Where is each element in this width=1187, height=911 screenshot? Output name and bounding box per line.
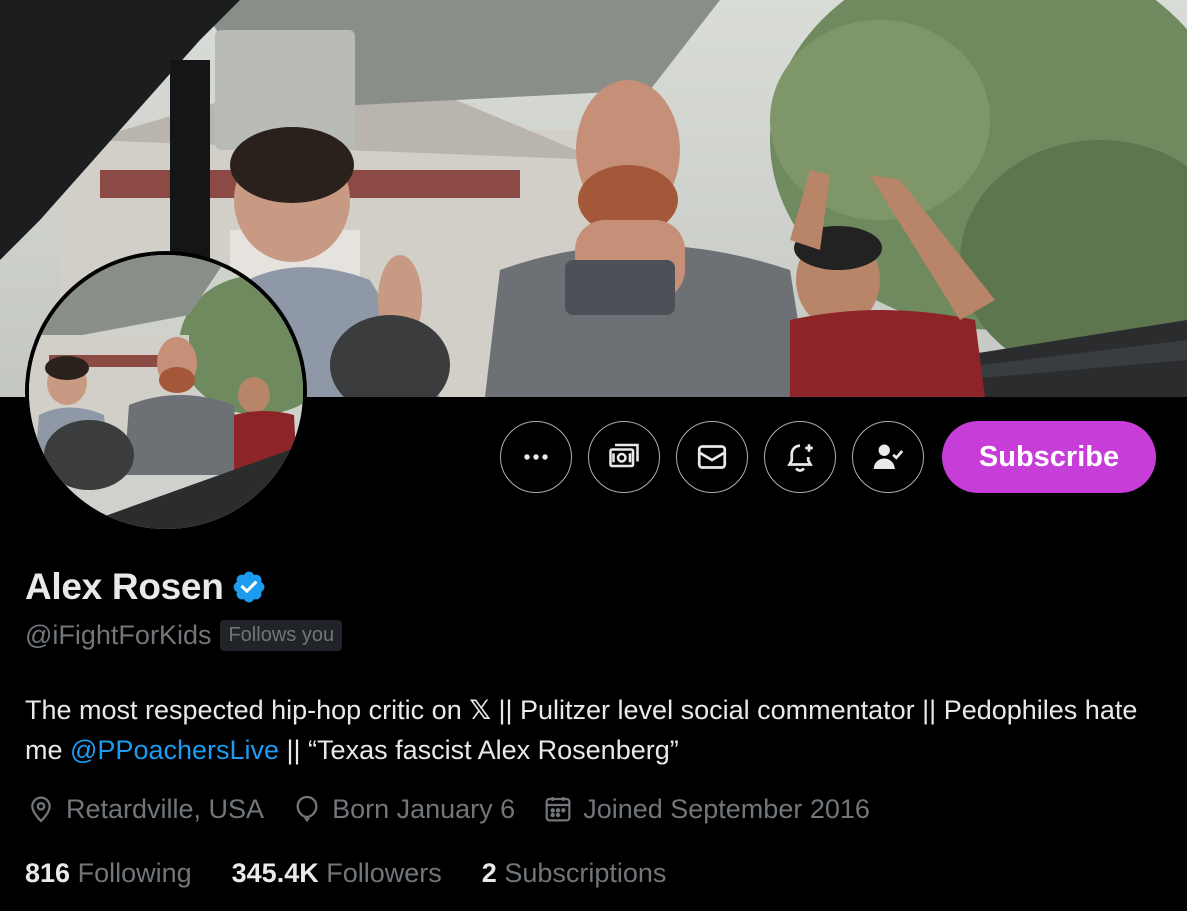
profile-handle: @iFightForKids [25, 620, 212, 650]
bio-text: The most respected hip-hop critic on [25, 695, 470, 725]
following-icon [873, 444, 904, 469]
following-button[interactable] [852, 421, 924, 493]
following-label: Following [77, 858, 192, 888]
follows-you-badge: Follows you [220, 620, 343, 651]
profile-actions: Subscribe [500, 421, 1156, 493]
notifications-button[interactable] [764, 421, 836, 493]
message-icon [697, 445, 727, 469]
profile-meta: Retardville, USA Born January 6 Joined S… [25, 793, 897, 825]
profile-birthday: Born January 6 [291, 793, 515, 825]
calendar-icon [545, 797, 571, 822]
joined-text: Joined September 2016 [583, 793, 870, 824]
profile-name-row: Alex Rosen [25, 566, 267, 608]
profile-handle-row: @iFightForKids Follows you [25, 620, 343, 651]
subscriptions-label: Subscriptions [504, 858, 667, 888]
more-icon [524, 454, 548, 460]
location-text: Retardville, USA [66, 793, 265, 824]
following-stat[interactable]: 816 Following [25, 858, 192, 889]
profile-name: Alex Rosen [25, 566, 224, 607]
following-count: 816 [25, 858, 71, 888]
followers-stat[interactable]: 345.4K Followers [232, 858, 442, 889]
followers-label: Followers [326, 858, 442, 888]
balloon-icon [296, 795, 318, 823]
verified-badge-icon[interactable] [231, 569, 267, 605]
location-pin-icon [31, 796, 51, 823]
message-button[interactable] [676, 421, 748, 493]
notifications-icon [787, 444, 813, 472]
profile-stats: 816 Following 345.4K Followers 2 Subscri… [25, 858, 706, 889]
followers-count: 345.4K [231, 858, 319, 888]
more-button[interactable] [500, 421, 572, 493]
profile-bio: The most respected hip-hop critic on 𝕏 |… [25, 690, 1155, 770]
profile-location: Retardville, USA [25, 793, 264, 825]
x-logo-icon: 𝕏 [469, 695, 491, 725]
subscriptions-stat[interactable]: 2 Subscriptions [482, 858, 667, 889]
bio-text: || “Texas fascist Alex Rosenberg” [279, 735, 679, 765]
birthday-text: Born January 6 [332, 793, 516, 824]
profile-avatar[interactable] [25, 251, 307, 533]
tip-button[interactable] [588, 421, 660, 493]
bio-mention-link[interactable]: @PPoachersLive [70, 735, 279, 765]
subscribe-button[interactable]: Subscribe [942, 421, 1156, 493]
subscriptions-count: 2 [481, 858, 497, 888]
tip-icon [609, 443, 639, 468]
profile-joined: Joined September 2016 [542, 793, 870, 825]
